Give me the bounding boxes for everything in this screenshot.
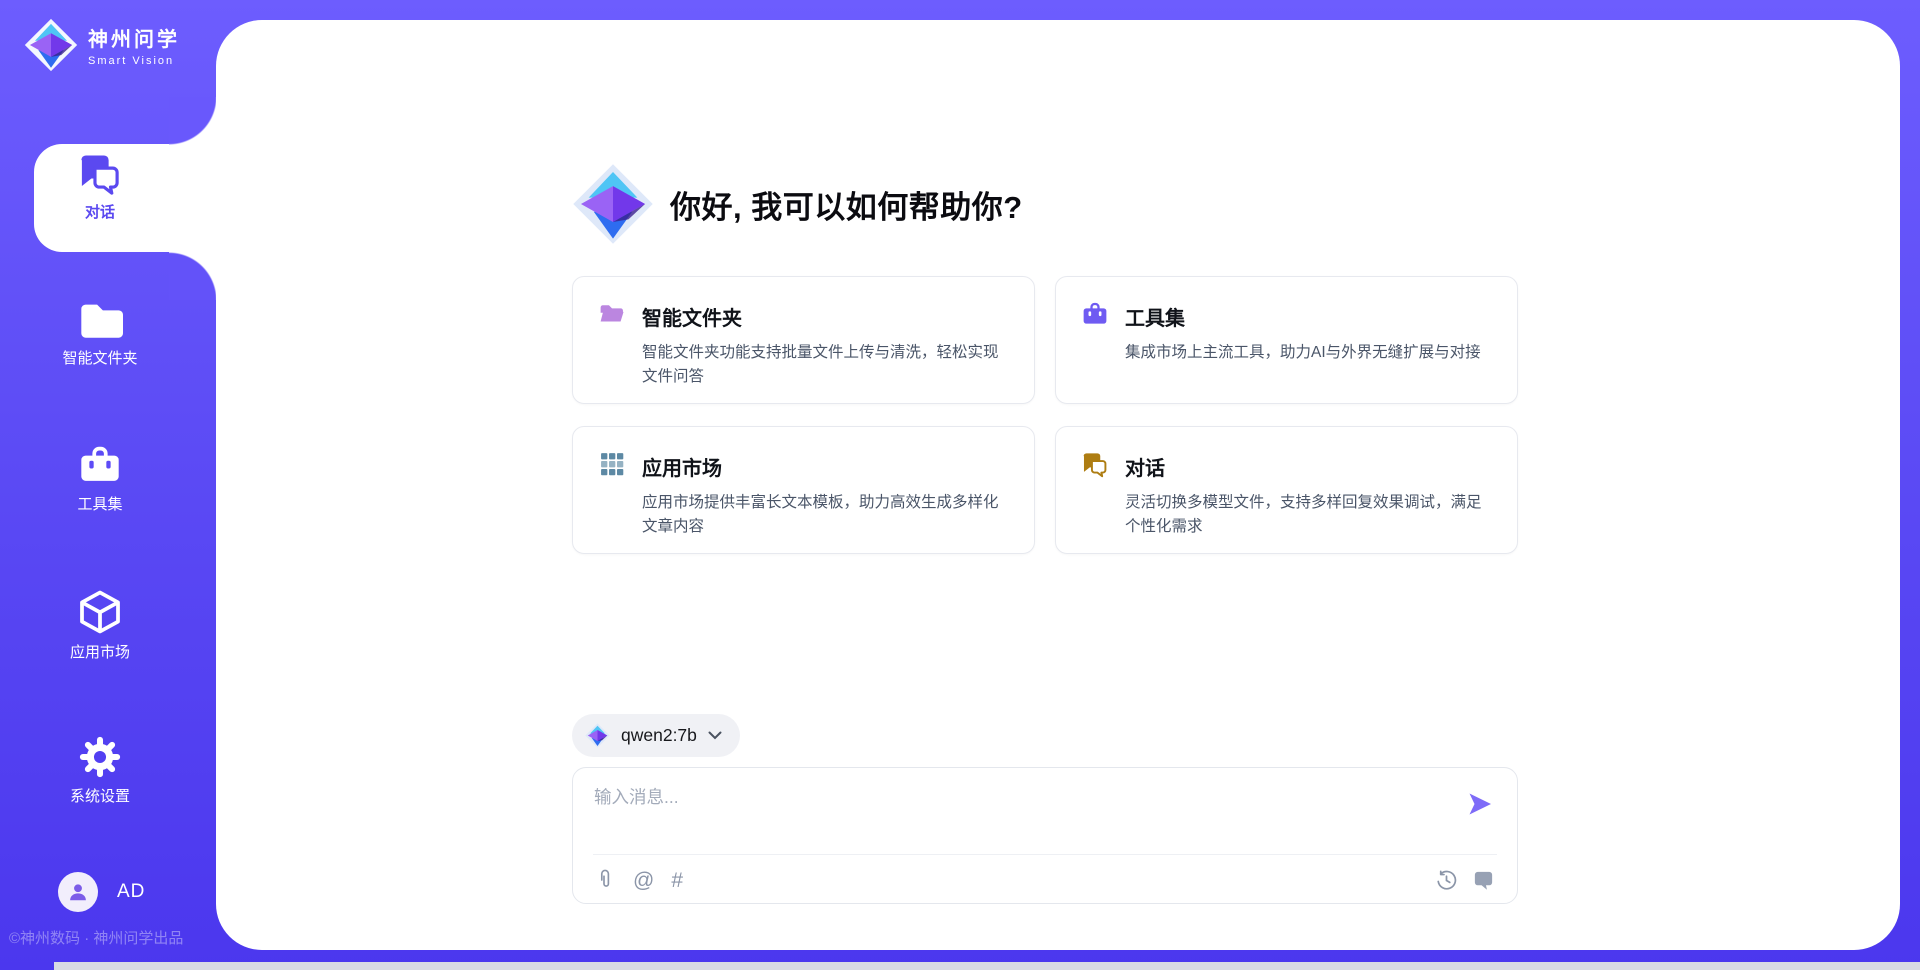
card-toolbox[interactable]: 工具集 集成市场上主流工具，助力AI与外界无缝扩展与对接 — [1055, 276, 1518, 404]
topic-icon[interactable]: # — [671, 870, 683, 891]
feature-cards: 智能文件夹 智能文件夹功能支持批量文件上传与清洗，轻松实现文件问答 — [572, 276, 1518, 554]
sidebar-item-chat[interactable]: 对话 — [0, 150, 200, 222]
attach-icon[interactable] — [594, 868, 616, 892]
card-smart-folder[interactable]: 智能文件夹 智能文件夹功能支持批量文件上传与清洗，轻松实现文件问答 — [572, 276, 1035, 404]
tab-fillet-bottom — [169, 252, 217, 300]
copyright-text: ©神州数码 · 神州问学出品 — [9, 927, 183, 948]
card-description: 集成市场上主流工具，助力AI与外界无缝扩展与对接 — [1125, 341, 1491, 365]
history-icon[interactable] — [1435, 869, 1458, 892]
brand-diamond-icon — [24, 18, 78, 72]
sidebar-item-label: 系统设置 — [0, 785, 200, 806]
sidebar-item-label: 应用市场 — [0, 641, 200, 662]
grid-icon — [598, 450, 626, 483]
send-button[interactable] — [1466, 790, 1494, 818]
card-title: 应用市场 — [642, 452, 722, 481]
card-title: 工具集 — [1125, 302, 1185, 331]
model-diamond-icon — [585, 723, 610, 748]
brand-logo: 神州问学 Smart Vision — [24, 18, 180, 72]
sidebar-item-smart-folder[interactable]: 智能文件夹 — [0, 296, 200, 368]
user-initials: AD — [117, 881, 145, 903]
feedback-icon[interactable] — [1472, 869, 1495, 892]
mention-icon[interactable]: @ — [633, 870, 654, 891]
person-icon — [66, 880, 90, 904]
chevron-down-icon — [708, 731, 722, 740]
sidebar-item-toolbox[interactable]: 工具集 — [0, 442, 200, 514]
cube-icon — [0, 588, 200, 636]
sidebar-item-label: 工具集 — [0, 493, 200, 514]
brand-subtitle: Smart Vision — [88, 55, 180, 67]
model-selector[interactable]: qwen2:7b — [572, 714, 740, 757]
card-title: 智能文件夹 — [642, 302, 742, 331]
avatar — [58, 872, 98, 912]
folder-icon — [0, 296, 200, 342]
folder-open-icon — [598, 300, 626, 333]
main-content: 你好, 我可以如何帮助你? 智能文件夹 智能文件夹功能支持批量文件上传与清洗，轻… — [216, 20, 1900, 950]
toolbox-icon — [0, 442, 200, 488]
card-description: 应用市场提供丰富长文本模板，助力高效生成多样化文章内容 — [642, 491, 1008, 540]
message-input[interactable]: 输入消息... — [594, 784, 679, 809]
user-profile[interactable]: AD — [58, 872, 145, 912]
send-icon — [1466, 790, 1494, 818]
chat-bubbles-icon — [1081, 450, 1109, 483]
greeting: 你好, 我可以如何帮助你? — [572, 163, 1518, 245]
app-root: 神州问学 Smart Vision 对话 智能 — [0, 0, 1920, 970]
composer-divider — [593, 854, 1497, 855]
card-chat[interactable]: 对话 灵活切换多模型文件，支持多样回复效果调试，满足个性化需求 — [1055, 426, 1518, 554]
greeting-title: 你好, 我可以如何帮助你? — [670, 182, 1023, 227]
sidebar-item-settings[interactable]: 系统设置 — [0, 734, 200, 806]
card-description: 智能文件夹功能支持批量文件上传与清洗，轻松实现文件问答 — [642, 341, 1008, 390]
message-composer[interactable]: 输入消息... @ # — [572, 767, 1518, 904]
gear-icon — [0, 734, 200, 780]
card-title: 对话 — [1125, 452, 1165, 481]
horizontal-scrollbar[interactable] — [54, 962, 1920, 970]
card-app-market[interactable]: 应用市场 应用市场提供丰富长文本模板，助力高效生成多样化文章内容 — [572, 426, 1035, 554]
composer-toolbar: @ # — [594, 866, 1495, 894]
app-logo-diamond-icon — [572, 163, 654, 245]
sidebar: 神州问学 Smart Vision 对话 智能 — [0, 0, 216, 970]
sidebar-item-label: 对话 — [0, 201, 200, 222]
brand-name: 神州问学 — [88, 23, 180, 52]
card-description: 灵活切换多模型文件，支持多样回复效果调试，满足个性化需求 — [1125, 491, 1491, 540]
briefcase-icon — [1081, 300, 1109, 333]
model-name: qwen2:7b — [621, 725, 697, 746]
sidebar-item-label: 智能文件夹 — [0, 347, 200, 368]
sidebar-item-app-market[interactable]: 应用市场 — [0, 588, 200, 662]
chat-bubbles-icon — [0, 150, 200, 196]
tab-fillet-top — [169, 97, 217, 145]
